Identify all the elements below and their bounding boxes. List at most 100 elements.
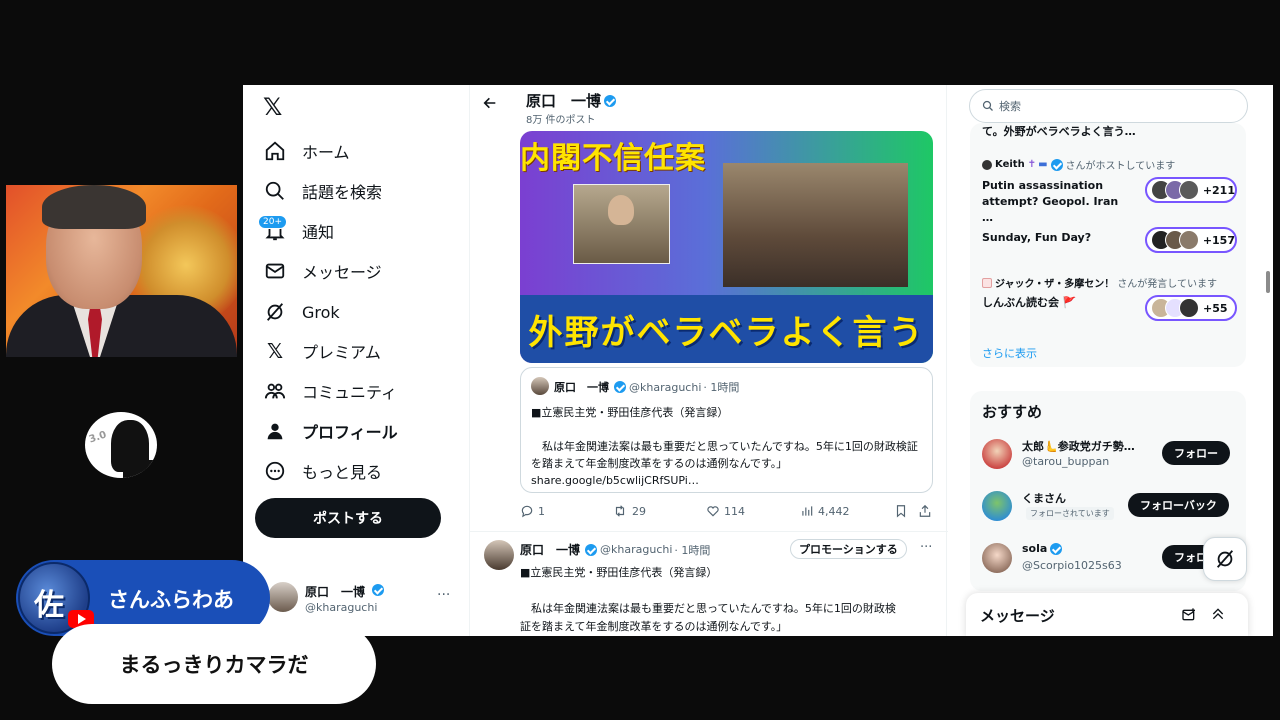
views-button[interactable]: 4,442 <box>800 504 850 518</box>
post-body: ■立憲民主党・野田佳彦代表（発言録） 私は年金関連法案は最も重要だと思っていたん… <box>520 566 896 633</box>
flag-icon: ▬ <box>1038 159 1048 170</box>
nav-item-more[interactable]: もっと見る <box>263 454 382 488</box>
verified-icon <box>1050 542 1063 555</box>
new-message-icon[interactable] <box>1181 607 1197 627</box>
nav-item-grok[interactable]: Grok <box>263 295 340 329</box>
list-item[interactable]: くまさん フォローされています フォローバック <box>982 487 1244 527</box>
views-icon <box>802 506 813 516</box>
space-host-name: ジャック・ザ・多摩セン！ <box>995 279 1115 290</box>
scrollbar[interactable] <box>1266 271 1270 293</box>
post-author-handle: @kharaguchi <box>600 543 673 556</box>
nav-item-communities[interactable]: コミュニティ <box>263 374 397 408</box>
avatar <box>982 491 1012 521</box>
messages-title: メッセージ <box>980 607 1055 625</box>
nav-item-premium[interactable]: 𝕏 プレミアム <box>263 334 381 368</box>
nav-item-home[interactable]: ホーム <box>263 134 350 168</box>
channel-logo: 3.0 <box>85 412 157 478</box>
cross-icon: ✝ <box>1027 159 1037 170</box>
avatar <box>268 582 298 612</box>
browser-window: 𝕏 ホーム 話題を検索 20+ 通知 メッセージ Grok 𝕏 プレミアム コミ… <box>243 85 1273 636</box>
verified-icon <box>614 381 626 393</box>
repost-button[interactable]: 29 <box>612 504 646 518</box>
follows-you-badge: フォローされています <box>1026 507 1114 520</box>
account-switcher[interactable]: 原口 一博 @kharaguchi ··· <box>263 579 453 619</box>
space-title-truncated: て。外野がベラベラよく言う… <box>982 125 1136 138</box>
chevron-up-icon[interactable] <box>1210 606 1226 626</box>
space-listeners-pill[interactable]: +55 <box>1145 295 1237 321</box>
heart-icon <box>707 506 719 517</box>
thumbnail-photo-portrait <box>573 184 670 264</box>
search-icon <box>263 179 287 203</box>
share-icon <box>919 504 931 517</box>
nav-item-explore[interactable]: 話題を検索 <box>263 174 382 208</box>
messages-drawer[interactable]: メッセージ <box>966 593 1248 636</box>
avatar <box>982 439 1012 469</box>
quote-author-handle: @kharaguchi <box>629 380 702 394</box>
space-title[interactable]: しんぶん読む会 🚩 <box>982 295 1132 311</box>
space-title[interactable]: Putin assassination attempt? Geopol. Ira… <box>982 178 1132 226</box>
avatar <box>982 159 992 170</box>
thumbnail-top-text: 内閣不信任案 <box>520 141 706 176</box>
avatar <box>531 377 549 395</box>
follow-button[interactable]: フォロー <box>1162 441 1230 465</box>
nav-item-messages[interactable]: メッセージ <box>263 254 382 288</box>
post-time: · 1時間 <box>674 543 711 557</box>
quote-author-name: 原口 一博 <box>554 381 609 394</box>
community-icon <box>263 379 287 403</box>
notification-badge: 20+ <box>258 215 287 229</box>
mail-icon <box>263 259 287 283</box>
post-thumbnail[interactable]: 内閣不信任案 外野がベラベラよく言う <box>520 131 933 363</box>
home-icon <box>263 139 287 163</box>
account-handle: @kharaguchi <box>305 601 378 614</box>
reply-button[interactable]: 1 <box>520 504 545 518</box>
show-more-link[interactable]: さらに表示 <box>982 345 1037 361</box>
share-button[interactable] <box>918 504 936 518</box>
search-icon <box>982 100 993 111</box>
grok-floating-button[interactable] <box>1203 537 1247 581</box>
left-nav: 𝕏 ホーム 話題を検索 20+ 通知 メッセージ Grok 𝕏 プレミアム コミ… <box>243 85 469 636</box>
chat-message-text: まるっきりカマラだ <box>119 653 309 677</box>
stream-stage: 3.0 𝕏 ホーム 話題を検索 20+ 通知 メッセージ Grok 𝕏 プレミア… <box>0 0 1280 720</box>
space-listeners-pill[interactable]: +211 <box>1145 177 1237 203</box>
grok-icon <box>1216 550 1234 568</box>
grok-icon <box>263 300 287 324</box>
space-host-name: Keith <box>995 159 1025 170</box>
timeline-post[interactable]: 原口 一博 @kharaguchi · 1時間 プロモーションする ··· ■立… <box>470 531 948 636</box>
quote-body: ■立憲民主党・野田佳彦代表（発言録） 私は年金関連法案は最も重要だと思っていたん… <box>531 406 918 487</box>
section-title: おすすめ <box>982 403 1043 421</box>
account-name: 原口 一博 <box>305 585 366 599</box>
thumbnail-bottom-text: 外野がベラベラよく言う <box>528 312 925 353</box>
space-title[interactable]: Sunday, Fun Day? <box>982 230 1132 246</box>
verified-icon <box>372 584 385 596</box>
thumbnail-photo-chamber <box>723 163 908 287</box>
profile-timeline: 原口 一博 8万 件のポスト 内閣不信任案 外野がベラベラよく言う 原口 一博 … <box>469 85 948 636</box>
search-input[interactable]: 検索 <box>969 89 1248 123</box>
verified-icon <box>604 94 617 107</box>
quoted-post[interactable]: 原口 一博 @kharaguchi · 1時間 ■立憲民主党・野田佳彦代表（発言… <box>520 367 933 493</box>
space-listeners-pill[interactable]: +157 <box>1145 227 1237 253</box>
spaces-panel: て。外野がベラベラよく言う… Keith ✝ ▬ さんがホストしています Put… <box>970 123 1246 367</box>
page-title: 原口 一博 <box>526 92 602 110</box>
post-button[interactable]: ポストする <box>255 498 441 538</box>
nav-item-profile[interactable]: プロフィール <box>263 414 398 448</box>
avatar <box>982 543 1012 573</box>
promote-button[interactable]: プロモーションする <box>790 539 907 559</box>
list-item[interactable]: 太郎🫷参政党ガチ勢… @tarou_buppan フォロー <box>982 435 1244 475</box>
webcam-feed <box>6 185 237 357</box>
profile-icon <box>263 419 287 443</box>
bookmark-button[interactable] <box>894 504 912 518</box>
like-button[interactable]: 114 <box>706 504 745 518</box>
bell-icon: 20+ <box>258 215 287 243</box>
nav-item-notifications[interactable]: 20+ 通知 <box>258 214 334 248</box>
verified-icon <box>1050 158 1063 171</box>
chat-message-bubble: まるっきりカマラだ <box>52 624 376 704</box>
more-dots-icon[interactable]: ··· <box>920 540 932 555</box>
back-arrow-icon[interactable] <box>482 95 498 115</box>
post-count: 8万 件のポスト <box>526 115 596 126</box>
more-circle-icon <box>263 459 287 483</box>
x-logo-icon[interactable]: 𝕏 <box>263 95 287 119</box>
reply-icon <box>521 505 533 518</box>
follow-back-button[interactable]: フォローバック <box>1128 493 1229 517</box>
verified-icon <box>585 543 598 556</box>
x-premium-icon: 𝕏 <box>266 339 284 363</box>
